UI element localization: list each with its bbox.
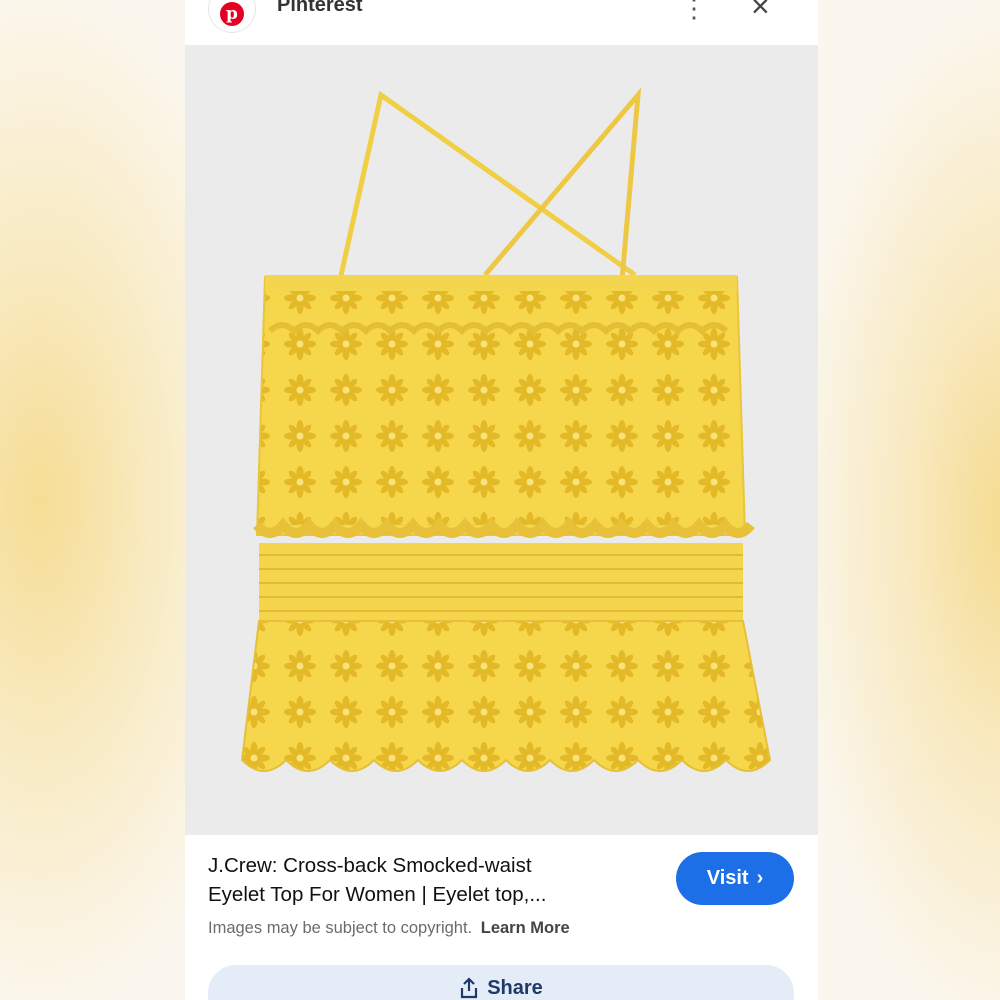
visit-button[interactable]: Visit › xyxy=(676,852,794,905)
pin-title-line-2: Eyelet Top For Women | Eyelet top,... xyxy=(208,883,547,906)
chevron-right-icon: › xyxy=(756,867,764,889)
more-vertical-icon[interactable]: ⋮ xyxy=(681,0,707,21)
background-glow-right xyxy=(818,0,1000,1000)
close-icon[interactable]: × xyxy=(751,0,770,22)
yellow-top-illustration xyxy=(240,87,772,772)
top-bar: p Pinterest ⋮ × xyxy=(185,0,818,45)
copyright-notice: Images may be subject to copyright. Lear… xyxy=(208,919,570,938)
pin-info: J.Crew: Cross-back Smocked-waist Eyelet … xyxy=(185,835,818,1000)
share-button[interactable]: Share xyxy=(208,965,794,1000)
copyright-text: Images may be subject to copyright. xyxy=(208,919,473,937)
pin-title[interactable]: J.Crew: Cross-back Smocked-waist Eyelet … xyxy=(208,851,628,909)
share-label: Share xyxy=(487,977,543,999)
visit-label: Visit xyxy=(706,867,749,889)
share-icon xyxy=(461,977,478,999)
pin-card: p Pinterest ⋮ × J.Crew: Cross-back Smock… xyxy=(185,0,818,1000)
app-name: Pinterest xyxy=(277,0,363,16)
pinterest-logo-icon[interactable]: p xyxy=(209,0,255,32)
product-image[interactable] xyxy=(185,45,818,835)
pin-title-line-1: J.Crew: Cross-back Smocked-waist xyxy=(208,854,532,877)
learn-more-link[interactable]: Learn More xyxy=(481,919,570,937)
